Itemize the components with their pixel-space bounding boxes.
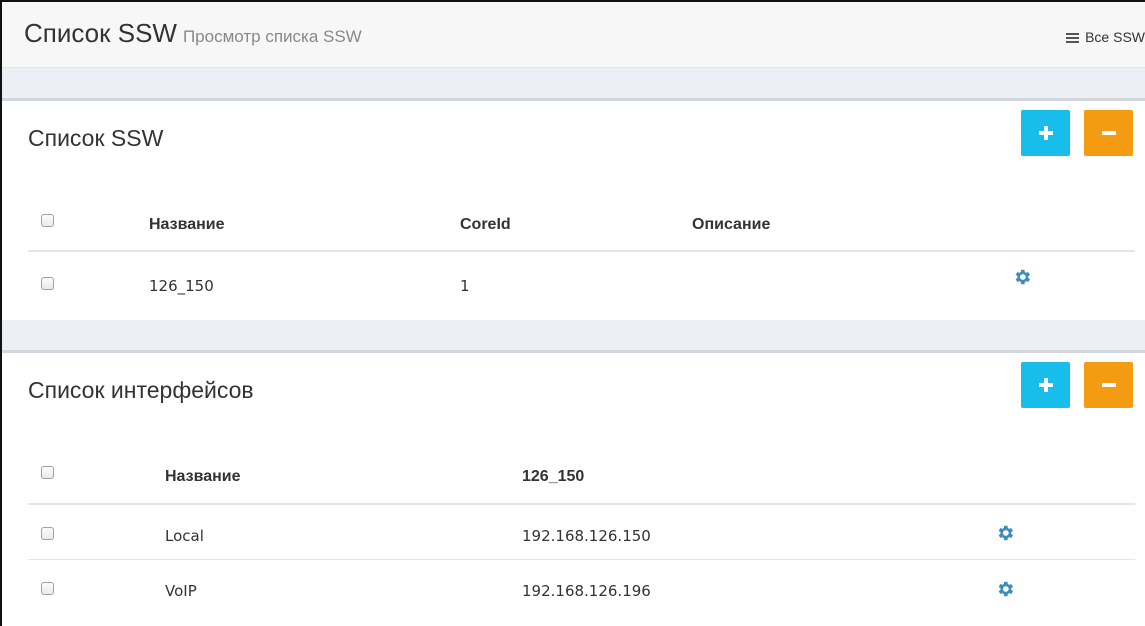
column-header-name: Название	[149, 216, 225, 233]
interface-name-cell: VoIP	[165, 582, 197, 600]
column-header-description: Описание	[692, 216, 771, 233]
remove-ssw-button[interactable]	[1084, 110, 1133, 156]
ssw-list-panel: Список SSW Название CoreId Описание 126_…	[2, 98, 1145, 320]
column-header-name: Название	[165, 468, 241, 485]
add-ssw-button[interactable]	[1021, 110, 1070, 156]
gear-icon[interactable]	[1012, 267, 1032, 287]
page-title: Список SSW Просмотр списка SSW	[24, 18, 362, 49]
minus-icon	[1101, 131, 1116, 135]
page-title-text: Список SSW	[24, 18, 177, 48]
row-checkbox[interactable]	[41, 277, 54, 290]
ssw-name-cell: 126_150	[149, 277, 214, 295]
table-header-divider	[28, 503, 1135, 505]
interfaces-list-title: Список интерфейсов	[28, 377, 254, 403]
all-ssw-link-label: Все SSW	[1085, 29, 1145, 45]
row-checkbox[interactable]	[41, 582, 54, 595]
row-divider	[28, 559, 1135, 560]
plus-icon	[1038, 378, 1053, 392]
add-interface-button[interactable]	[1021, 362, 1070, 408]
list-icon	[1066, 32, 1080, 43]
remove-interface-button[interactable]	[1084, 362, 1133, 408]
select-all-ssw-checkbox[interactable]	[41, 214, 54, 227]
interface-name-cell: Local	[165, 527, 204, 545]
minus-icon	[1101, 383, 1116, 387]
all-ssw-link[interactable]: Все SSW	[1066, 29, 1145, 45]
table-header-divider	[28, 250, 1135, 252]
page-subtitle: Просмотр списка SSW	[182, 27, 362, 46]
row-checkbox[interactable]	[41, 527, 54, 540]
interface-address-cell: 192.168.126.150	[522, 527, 651, 545]
ssw-coreid-cell: 1	[460, 277, 470, 295]
gear-icon[interactable]	[995, 579, 1015, 599]
page-header: Список SSW Просмотр списка SSW Все SSW	[2, 2, 1145, 68]
interface-address-cell: 192.168.126.196	[522, 582, 651, 600]
select-all-interfaces-checkbox[interactable]	[41, 466, 54, 479]
column-header-coreid: CoreId	[460, 216, 511, 233]
ssw-list-title: Список SSW	[28, 125, 164, 151]
plus-icon	[1038, 126, 1053, 140]
column-header-ssw: 126_150	[522, 468, 585, 485]
interfaces-list-panel: Список интерфейсов Название 126_150 Loca…	[2, 350, 1145, 626]
gear-icon[interactable]	[995, 523, 1015, 543]
